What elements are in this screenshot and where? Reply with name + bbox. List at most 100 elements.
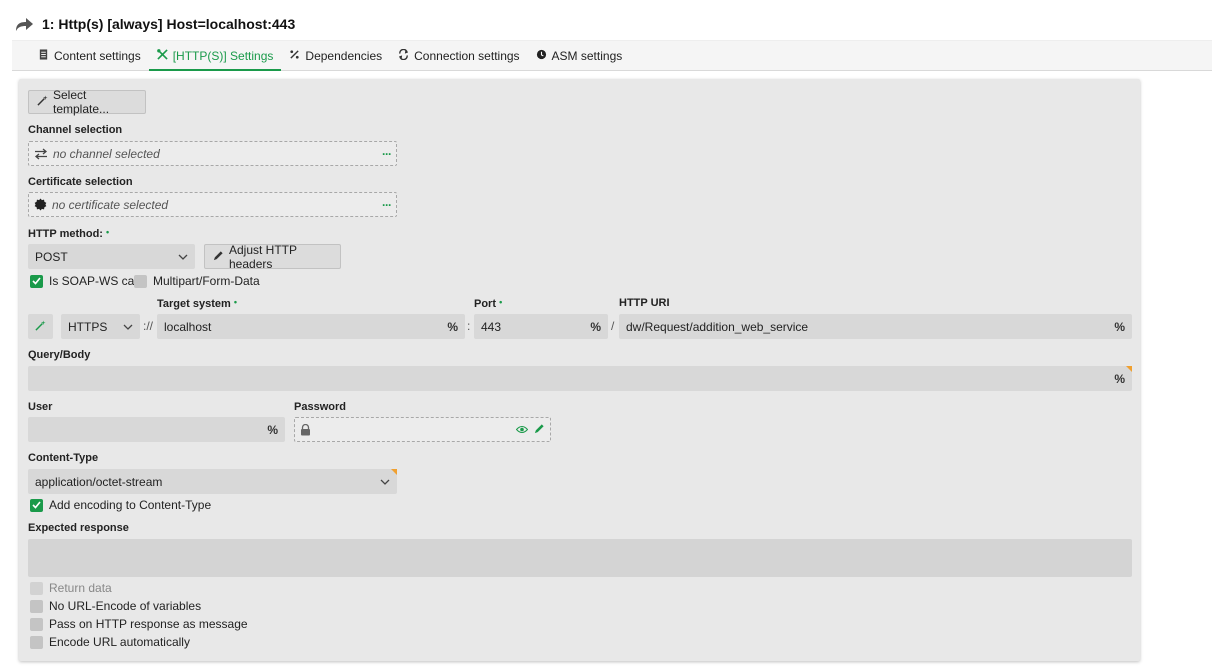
- variable-percent-icon[interactable]: %: [590, 320, 601, 334]
- content-type-label: Content-Type: [28, 452, 99, 464]
- content-type-select[interactable]: application/octet-stream: [28, 469, 397, 494]
- forward-arrow-icon: [14, 14, 34, 34]
- tab-label: Content settings: [54, 49, 141, 63]
- checkbox-unchecked-icon: [30, 599, 43, 613]
- chevron-down-icon: [380, 479, 390, 485]
- port-label: Port •: [474, 297, 502, 310]
- add-encoding-label: Add encoding to Content-Type: [49, 498, 212, 512]
- channel-selection-field[interactable]: no channel selected ···: [28, 141, 397, 166]
- variable-percent-icon[interactable]: %: [1114, 372, 1125, 386]
- url-wizard-button[interactable]: [28, 314, 53, 339]
- eye-icon[interactable]: [515, 423, 529, 437]
- tab-label: Connection settings: [414, 49, 520, 63]
- password-input[interactable]: [294, 417, 551, 442]
- expected-response-input[interactable]: [28, 539, 1132, 577]
- http-method-value: POST: [35, 249, 68, 264]
- checkbox-unchecked-icon: [30, 581, 43, 595]
- multipart-form-data-label: Multipart/Form-Data: [153, 274, 260, 288]
- no-url-encode-label: No URL-Encode of variables: [49, 599, 202, 613]
- checkbox-unchecked-icon: [30, 635, 43, 649]
- is-soap-ws-label: Is SOAP-WS call: [49, 274, 140, 288]
- tab-label: ASM settings: [551, 49, 623, 63]
- tab-dependencies[interactable]: Dependencies: [281, 41, 390, 71]
- document-icon: [38, 49, 49, 63]
- certificate-selection-field[interactable]: no certificate selected ···: [28, 192, 397, 217]
- certificate-seal-icon: [34, 198, 47, 211]
- content-type-value: application/octet-stream: [35, 474, 163, 489]
- tab-http-settings[interactable]: [HTTP(S)] Settings: [148, 41, 282, 71]
- adjust-http-headers-button[interactable]: Adjust HTTP headers: [204, 242, 341, 271]
- http-method-label-text: HTTP method:: [28, 228, 103, 240]
- page-title: 1: Http(s) [always] Host=localhost:443: [42, 16, 296, 32]
- chevron-down-icon: [178, 254, 188, 260]
- variable-percent-icon[interactable]: %: [267, 423, 278, 437]
- window-title-bar: 1: Http(s) [always] Host=localhost:443: [14, 12, 295, 36]
- add-encoding-checkbox[interactable]: Add encoding to Content-Type: [30, 498, 211, 512]
- asm-icon: [536, 49, 547, 63]
- modified-marker: [391, 469, 397, 475]
- tab-content-settings[interactable]: Content settings: [30, 41, 149, 71]
- return-data-checkbox[interactable]: Return data: [30, 581, 112, 595]
- certificate-more-button[interactable]: ···: [382, 198, 392, 212]
- checkbox-unchecked-icon: [134, 274, 147, 288]
- target-system-label-text: Target system: [157, 298, 231, 310]
- port-separator: :: [467, 319, 471, 333]
- tools-icon: [156, 49, 168, 63]
- http-uri-input[interactable]: dw/Request/addition_web_service %: [619, 314, 1132, 339]
- required-marker: •: [499, 297, 503, 307]
- http-method-select[interactable]: POST: [28, 244, 195, 269]
- protocol-select[interactable]: HTTPS: [61, 314, 140, 339]
- uri-separator: /: [611, 319, 615, 333]
- protocol-value: HTTPS: [68, 319, 108, 334]
- user-input[interactable]: %: [28, 417, 285, 442]
- target-system-input[interactable]: localhost %: [157, 314, 465, 339]
- return-data-label: Return data: [49, 581, 112, 595]
- chevron-down-icon: [123, 324, 133, 330]
- select-template-label: Select template...: [53, 88, 110, 116]
- port-value: 443: [481, 319, 502, 334]
- tab-asm-settings[interactable]: ASM settings: [528, 41, 631, 71]
- pencil-icon[interactable]: [534, 423, 545, 437]
- http-uri-label: HTTP URI: [619, 297, 670, 309]
- certificate-placeholder: no certificate selected: [52, 197, 169, 212]
- target-system-label: Target system •: [157, 297, 237, 310]
- no-url-encode-checkbox[interactable]: No URL-Encode of variables: [30, 599, 201, 613]
- query-body-input[interactable]: %: [28, 366, 1132, 391]
- certificate-selection-label: Certificate selection: [28, 176, 133, 188]
- channel-more-button[interactable]: ···: [382, 147, 392, 161]
- password-label: Password: [294, 401, 346, 413]
- encode-url-checkbox[interactable]: Encode URL automatically: [30, 635, 190, 649]
- channel-placeholder: no channel selected: [53, 146, 160, 161]
- tab-connection-settings[interactable]: Connection settings: [390, 41, 527, 71]
- query-body-label: Query/Body: [28, 349, 91, 361]
- expected-response-label: Expected response: [28, 522, 129, 534]
- magic-wand-icon: [35, 319, 46, 334]
- checkbox-unchecked-icon: [30, 617, 43, 631]
- required-marker: •: [233, 297, 237, 307]
- user-label: User: [28, 401, 53, 413]
- pass-on-http-response-label: Pass on HTTP response as message: [49, 617, 248, 631]
- channel-selection-label: Channel selection: [28, 124, 123, 136]
- http-method-label: HTTP method: •: [28, 227, 109, 240]
- tab-bar: Content settings [HTTP(S)] Settings Depe…: [12, 41, 1212, 71]
- port-label-text: Port: [474, 298, 496, 310]
- variable-percent-icon[interactable]: %: [447, 320, 458, 334]
- port-input[interactable]: 443 %: [474, 314, 608, 339]
- adjust-http-headers-label: Adjust HTTP headers: [229, 242, 297, 271]
- target-system-value: localhost: [164, 319, 212, 334]
- is-soap-ws-checkbox[interactable]: Is SOAP-WS call: [30, 274, 140, 288]
- sync-icon: [398, 48, 409, 63]
- lock-icon: [300, 423, 311, 436]
- http-uri-value: dw/Request/addition_web_service: [626, 319, 809, 334]
- checkbox-checked-icon: [30, 498, 43, 512]
- checkbox-checked-icon: [30, 274, 43, 288]
- settings-panel: Select template... Channel selection no …: [19, 79, 1140, 661]
- required-marker: •: [106, 227, 110, 237]
- swap-arrows-icon: [34, 148, 48, 160]
- multipart-form-data-checkbox[interactable]: Multipart/Form-Data: [134, 274, 260, 288]
- modified-marker: [1126, 366, 1132, 372]
- select-template-button[interactable]: Select template...: [28, 88, 146, 116]
- variable-percent-icon[interactable]: %: [1114, 320, 1125, 334]
- encode-url-label: Encode URL automatically: [49, 635, 190, 649]
- pass-on-http-response-checkbox[interactable]: Pass on HTTP response as message: [30, 617, 248, 631]
